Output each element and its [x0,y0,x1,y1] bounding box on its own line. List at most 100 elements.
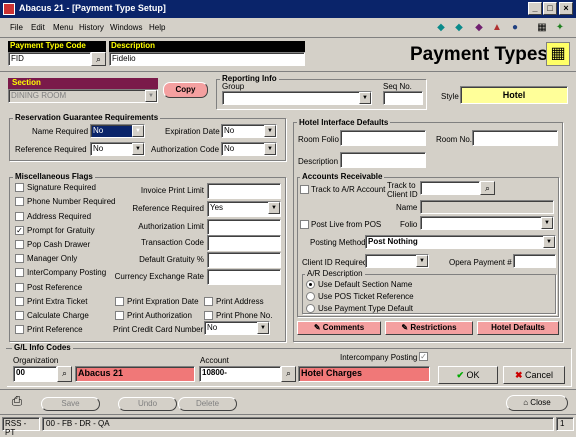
intercompany-posting-checkbox[interactable]: ✓ [419,352,428,361]
post-live-checkbox[interactable] [300,220,309,229]
menu-menu[interactable]: Menu [53,23,73,32]
cancel-button[interactable]: ✖ Cancel [503,366,565,384]
menu-help[interactable]: Help [149,23,165,32]
copy-button[interactable]: Copy [163,82,208,98]
misc-field-input[interactable]: Yes ▼ [207,201,281,217]
chevron-down-icon[interactable]: ▼ [359,92,371,104]
room-folio-input[interactable] [340,130,426,146]
reference-required-select[interactable]: No ▼ [90,142,145,156]
close-window-button[interactable]: × [559,2,573,15]
chevron-down-icon[interactable]: ▼ [416,255,428,267]
chevron-down-icon[interactable]: ▼ [541,217,553,229]
ar-description-radio[interactable] [306,292,315,301]
chevron-down-icon[interactable]: ▼ [268,202,280,214]
menu-history[interactable]: History [79,23,104,32]
group-select[interactable]: ▼ [222,91,372,105]
organization-code-input[interactable]: 00 [13,366,57,382]
misc-field-input[interactable] [207,183,281,199]
misc-flag-checkbox[interactable] [15,311,24,320]
misc-flag-checkbox[interactable] [15,268,24,277]
maximize-button[interactable]: □ [543,2,557,15]
info-icon[interactable]: ● [507,20,523,35]
folio-select[interactable]: ▼ [420,216,554,230]
chevron-down-icon[interactable]: ▼ [145,90,157,102]
misc-flag-checkbox[interactable] [15,325,24,334]
description-input[interactable]: Fidelio [109,52,305,66]
ar-description-radio[interactable] [306,280,315,289]
next-icon[interactable]: ◆ [451,20,467,35]
chevron-down-icon[interactable]: ▼ [543,236,555,248]
search-icon[interactable]: ⌕ [281,366,296,382]
page-title: Payment Types [410,44,548,65]
misc-field-label: Invoice Print Limit [140,186,204,195]
undo-button[interactable]: Undo [118,397,177,411]
client-id-input[interactable] [420,181,480,195]
misc-field-input[interactable] [207,269,281,285]
authorization-code-select[interactable]: No ▼ [221,142,277,156]
misc-flag-checkbox[interactable] [15,283,24,292]
exit-icon[interactable]: ✦ [552,20,568,35]
client-id-required-select[interactable]: ▼ [365,254,429,268]
search-icon[interactable]: ⌕ [91,52,106,66]
misc-flag-checkbox[interactable]: ✓ [15,226,24,235]
minimize-button[interactable]: _ [528,2,542,15]
style-value[interactable]: Hotel [460,86,568,104]
close-button[interactable]: ⌂ Close [506,395,568,411]
chevron-down-icon[interactable]: ▼ [132,125,144,137]
restrictions-button[interactable]: ✎ Restrictions [385,321,473,335]
misc-field-input[interactable] [207,219,281,235]
print-address-checkbox[interactable] [204,297,213,306]
misc-flag-checkbox[interactable] [15,297,24,306]
misc-flag-checkbox[interactable] [15,254,24,263]
account-code-input[interactable]: 10800- [199,366,281,382]
posting-method-select[interactable]: Post Nothing ▼ [365,235,556,249]
misc-flag-checkbox[interactable] [15,212,24,221]
menu-windows[interactable]: Windows [110,23,142,32]
ar-name-input[interactable] [420,200,554,214]
hotel-description-input[interactable] [340,152,426,168]
comments-button[interactable]: ✎ Comments [297,321,381,335]
payment-type-code-label: Payment Type Code [8,41,106,52]
chevron-down-icon[interactable]: ▼ [264,143,276,155]
room-no-input[interactable] [472,130,558,146]
payment-type-code-input[interactable]: FID [8,52,91,66]
ar-description-radio[interactable] [306,304,315,313]
hotel-description-label: Description [298,157,339,166]
print-expiration-checkbox[interactable] [115,297,124,306]
chevron-down-icon[interactable]: ▼ [264,125,276,137]
search-icon[interactable]: ⌕ [480,181,495,195]
misc-flag-checkbox[interactable] [15,240,24,249]
misc-flag-checkbox[interactable] [15,183,24,192]
menu-edit[interactable]: Edit [31,23,45,32]
print-authorization-checkbox[interactable] [115,311,124,320]
chevron-down-icon[interactable]: ▼ [257,322,269,334]
search-icon[interactable]: ⌕ [57,366,72,382]
menu-file[interactable]: File [10,23,23,32]
prev-icon[interactable]: ◆ [433,20,449,35]
section-select[interactable]: DINING ROOM ▼ [8,89,158,103]
reference-required-label: Reference Required [15,145,87,154]
gl-info-title: G/L Info Codes [12,343,73,352]
track-ar-checkbox[interactable] [300,185,309,194]
print-phone-checkbox[interactable] [204,311,213,320]
lookup-icon[interactable]: ◆ [471,20,487,35]
hotel-interface-title: Hotel Interface Defaults [297,118,391,127]
ok-button[interactable]: ✔ OK [438,366,498,384]
misc-flag-checkbox[interactable] [15,197,24,206]
hotel-defaults-button[interactable]: Hotel Defaults [477,321,559,335]
name-required-label: Name Required [32,127,89,136]
name-required-select[interactable]: No ▼ [90,124,145,138]
opera-payment-input[interactable] [513,254,556,268]
delete-button[interactable]: Delete [178,397,237,411]
print-cc-select[interactable]: No ▼ [204,321,270,335]
misc-field-input[interactable] [207,235,281,251]
misc-field-label: Transaction Code [141,238,204,247]
chevron-down-icon[interactable]: ▼ [132,143,144,155]
expiration-date-select[interactable]: No ▼ [221,124,277,138]
print-icon[interactable]: ⎙ [8,393,26,411]
seq-no-input[interactable] [383,91,423,105]
flag-icon[interactable]: ▲ [489,20,505,35]
calculator-icon[interactable]: ▦ [534,20,550,35]
misc-field-input[interactable] [207,252,281,268]
save-button[interactable]: Save [41,397,100,411]
